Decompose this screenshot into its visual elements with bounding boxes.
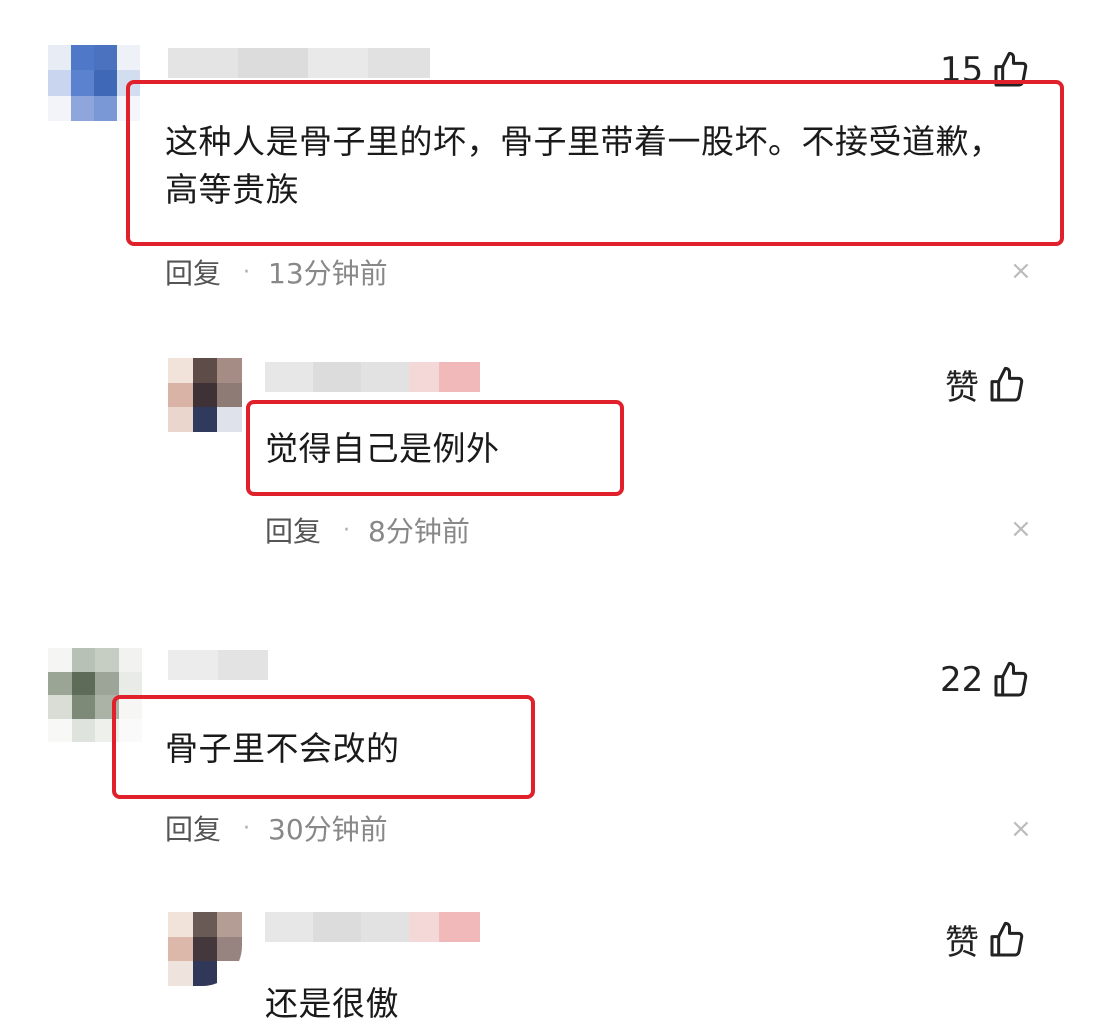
comment-text: 还是很傲 <box>265 984 399 1023</box>
avatar[interactable] <box>168 912 242 986</box>
comment-text: 觉得自己是例外 <box>265 429 500 468</box>
thumbs-up-icon <box>990 921 1024 956</box>
separator-dot: · <box>243 815 251 841</box>
comment-meta: 回复 · 30分钟前 <box>165 808 388 848</box>
separator-dot: · <box>243 259 251 285</box>
comment-meta: 回复 · 8分钟前 <box>265 510 470 550</box>
username-blurred[interactable] <box>168 48 430 78</box>
comment-text: 这种人是骨子里的坏，骨子里带着一股坏。不接受道歉， 高等贵族 <box>165 122 1003 209</box>
like-label: 赞 <box>945 923 979 963</box>
username-blurred[interactable] <box>265 912 480 942</box>
avatar[interactable] <box>168 358 242 432</box>
separator-dot: · <box>343 517 351 543</box>
thumbs-up-icon <box>994 661 1028 697</box>
like-button[interactable]: 赞 <box>945 915 1027 964</box>
like-count: 22 <box>940 660 984 700</box>
reply-button[interactable]: 回复 <box>265 510 321 550</box>
comment-text: 骨子里不会改的 <box>165 729 400 768</box>
like-button[interactable]: 赞 <box>945 360 1027 409</box>
like-label: 赞 <box>945 368 979 408</box>
timestamp: 30分钟前 <box>268 813 388 846</box>
like-button[interactable]: 22 <box>940 660 1031 700</box>
thumbs-up-icon <box>990 366 1024 401</box>
timestamp: 13分钟前 <box>268 257 388 290</box>
username-blurred[interactable] <box>168 650 268 680</box>
comment-meta: 回复 · 13分钟前 <box>165 252 388 292</box>
close-icon[interactable]: × <box>1010 814 1032 844</box>
username-blurred[interactable] <box>265 362 480 392</box>
close-icon[interactable]: × <box>1010 514 1032 544</box>
reply-button[interactable]: 回复 <box>165 808 221 848</box>
timestamp: 8分钟前 <box>368 515 470 548</box>
close-icon[interactable]: × <box>1010 256 1032 286</box>
reply-button[interactable]: 回复 <box>165 252 221 292</box>
